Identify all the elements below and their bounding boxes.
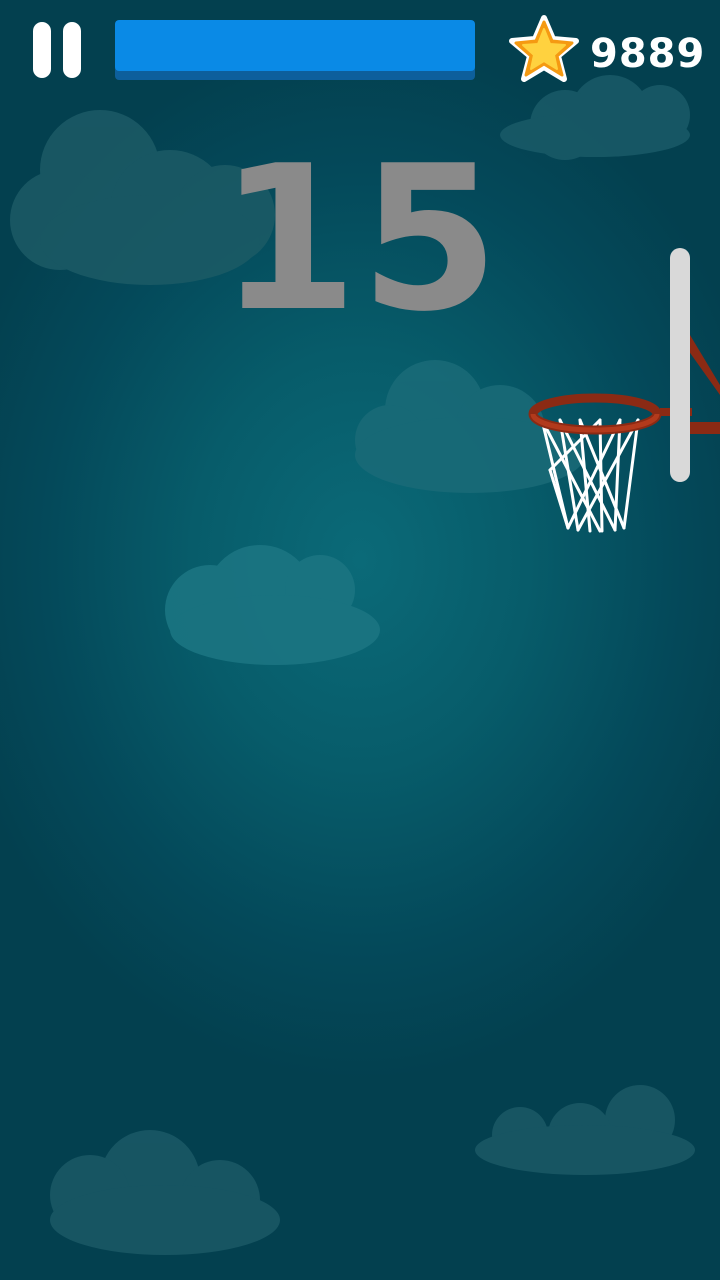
backboard xyxy=(670,248,690,482)
hoop-net xyxy=(540,418,640,533)
cloud xyxy=(475,1085,695,1175)
cloud xyxy=(500,75,690,160)
score-counter: 15 xyxy=(218,123,502,356)
pause-button[interactable] xyxy=(30,20,86,80)
timer-bar xyxy=(115,20,475,80)
basketball-hoop xyxy=(528,248,720,533)
coin-count: 9889 xyxy=(590,31,706,77)
pause-icon-left-bar xyxy=(33,22,51,78)
star-icon xyxy=(509,15,579,82)
cloud xyxy=(165,545,380,665)
cloud xyxy=(50,1130,280,1255)
timer-bar-fill xyxy=(115,20,475,71)
pause-icon-right-bar xyxy=(63,22,81,78)
